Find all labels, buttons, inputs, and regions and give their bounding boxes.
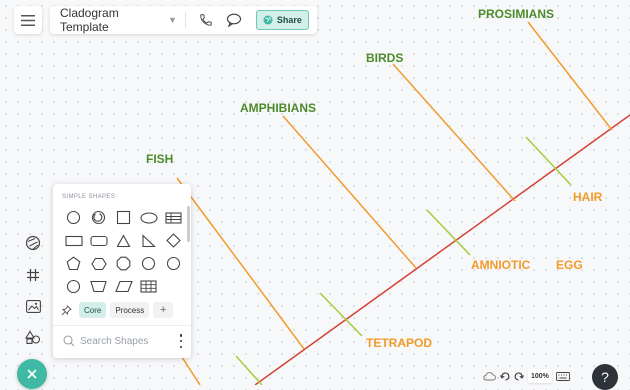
share-label: Share bbox=[276, 15, 302, 25]
shape-table[interactable] bbox=[161, 206, 186, 229]
label-fish[interactable]: FISH bbox=[146, 152, 173, 166]
shapes-icon bbox=[25, 330, 41, 344]
branch-prosimians[interactable] bbox=[527, 21, 613, 131]
palette-icon bbox=[25, 235, 41, 251]
theme-button[interactable] bbox=[21, 231, 45, 255]
comment-icon bbox=[226, 13, 242, 27]
trait-marker-hair[interactable] bbox=[525, 136, 572, 186]
shapes-button[interactable] bbox=[21, 325, 45, 349]
shape-ellipse[interactable] bbox=[136, 206, 161, 229]
trait-marker-lower[interactable] bbox=[235, 355, 263, 385]
shape-diamond[interactable] bbox=[161, 229, 186, 252]
panel-title: SIMPLE SHAPES bbox=[62, 194, 116, 200]
branch-fish-lower[interactable] bbox=[179, 353, 201, 385]
branch-fish[interactable] bbox=[176, 177, 305, 350]
trait-marker-tetrapod[interactable] bbox=[319, 292, 363, 337]
shape-rectangle[interactable] bbox=[61, 229, 86, 252]
undo-button[interactable] bbox=[500, 372, 510, 381]
shape-square[interactable] bbox=[111, 206, 136, 229]
shape-circle[interactable] bbox=[61, 206, 86, 229]
shape-search[interactable]: Search Shapes bbox=[63, 332, 185, 350]
shape-right-triangle[interactable] bbox=[136, 229, 161, 252]
search-input[interactable]: Search Shapes bbox=[80, 336, 177, 347]
shape-triangle[interactable] bbox=[111, 229, 136, 252]
sync-status[interactable] bbox=[482, 371, 496, 381]
redo-icon bbox=[514, 372, 524, 381]
shape-grid bbox=[61, 206, 187, 298]
panel-divider bbox=[53, 325, 191, 326]
shape-octagon[interactable] bbox=[111, 252, 136, 275]
branch-birds[interactable] bbox=[392, 63, 516, 202]
share-button[interactable]: Share bbox=[255, 10, 309, 30]
shape-pentagon[interactable] bbox=[61, 252, 86, 275]
undo-icon bbox=[500, 372, 510, 381]
label-birds[interactable]: BIRDS bbox=[366, 51, 403, 65]
tab-core[interactable]: Core bbox=[79, 302, 107, 318]
document-title[interactable]: Cladogram Template bbox=[60, 6, 168, 34]
shape-circle-outline[interactable] bbox=[161, 252, 186, 275]
shapes-panel: SIMPLE SHAPES Core Process + Search Shap… bbox=[53, 184, 191, 358]
help-icon: ? bbox=[601, 369, 609, 385]
chevron-down-icon[interactable]: ▼ bbox=[168, 15, 177, 25]
zoom-level[interactable]: 100% bbox=[528, 369, 552, 383]
add-library-button[interactable]: + bbox=[153, 302, 174, 318]
pin-button[interactable] bbox=[57, 301, 75, 319]
cloud-icon bbox=[483, 372, 496, 381]
shape-circle-alt[interactable] bbox=[136, 252, 161, 275]
shape-parallelogram[interactable] bbox=[111, 275, 136, 298]
help-button[interactable]: ? bbox=[592, 364, 618, 390]
label-amniotic[interactable]: AMNIOTIC bbox=[471, 258, 531, 272]
label-amphibians[interactable]: AMPHIBIANS bbox=[240, 101, 316, 115]
branch-amphibians[interactable] bbox=[282, 115, 417, 269]
image-icon bbox=[25, 299, 41, 313]
bottom-controls: 100% bbox=[482, 369, 574, 383]
document-bar: Cladogram Template ▼ Share bbox=[50, 6, 317, 34]
menu-button[interactable] bbox=[14, 6, 42, 34]
phone-icon bbox=[200, 14, 212, 26]
keyboard-shortcuts-button[interactable] bbox=[555, 371, 570, 381]
image-button[interactable] bbox=[21, 294, 45, 318]
shape-donut[interactable] bbox=[86, 206, 111, 229]
label-prosimians[interactable]: PROSIMIANS bbox=[478, 7, 554, 21]
panel-scrollbar[interactable] bbox=[187, 206, 190, 242]
top-toolbar: Cladogram Template ▼ Share bbox=[14, 6, 317, 34]
pin-icon bbox=[61, 304, 72, 315]
more-icon[interactable] bbox=[177, 334, 185, 348]
shape-hexagon[interactable] bbox=[86, 252, 111, 275]
shape-trapezoid[interactable] bbox=[86, 275, 111, 298]
shape-cylinder[interactable] bbox=[61, 275, 86, 298]
label-hair[interactable]: HAIR bbox=[573, 190, 603, 204]
grid-button[interactable] bbox=[21, 263, 45, 287]
tab-process[interactable]: Process bbox=[110, 302, 150, 318]
menu-icon bbox=[21, 14, 35, 26]
shape-library-tabs: Core Process + bbox=[57, 301, 174, 319]
close-icon bbox=[27, 369, 37, 379]
search-icon bbox=[63, 335, 75, 347]
trait-marker-amniotic[interactable] bbox=[426, 209, 471, 256]
comment-button[interactable] bbox=[224, 10, 244, 30]
divider bbox=[184, 12, 186, 28]
call-button[interactable] bbox=[196, 10, 216, 30]
grid-icon bbox=[27, 269, 39, 281]
shape-rounded-rectangle[interactable] bbox=[86, 229, 111, 252]
shape-grid-table[interactable] bbox=[136, 275, 161, 298]
label-egg[interactable]: EGG bbox=[556, 258, 583, 272]
main-evolution-line[interactable] bbox=[254, 114, 630, 385]
keyboard-icon bbox=[555, 371, 570, 381]
redo-button[interactable] bbox=[514, 372, 524, 381]
label-tetrapod[interactable]: TETRAPOD bbox=[366, 336, 432, 350]
globe-icon bbox=[263, 15, 273, 25]
